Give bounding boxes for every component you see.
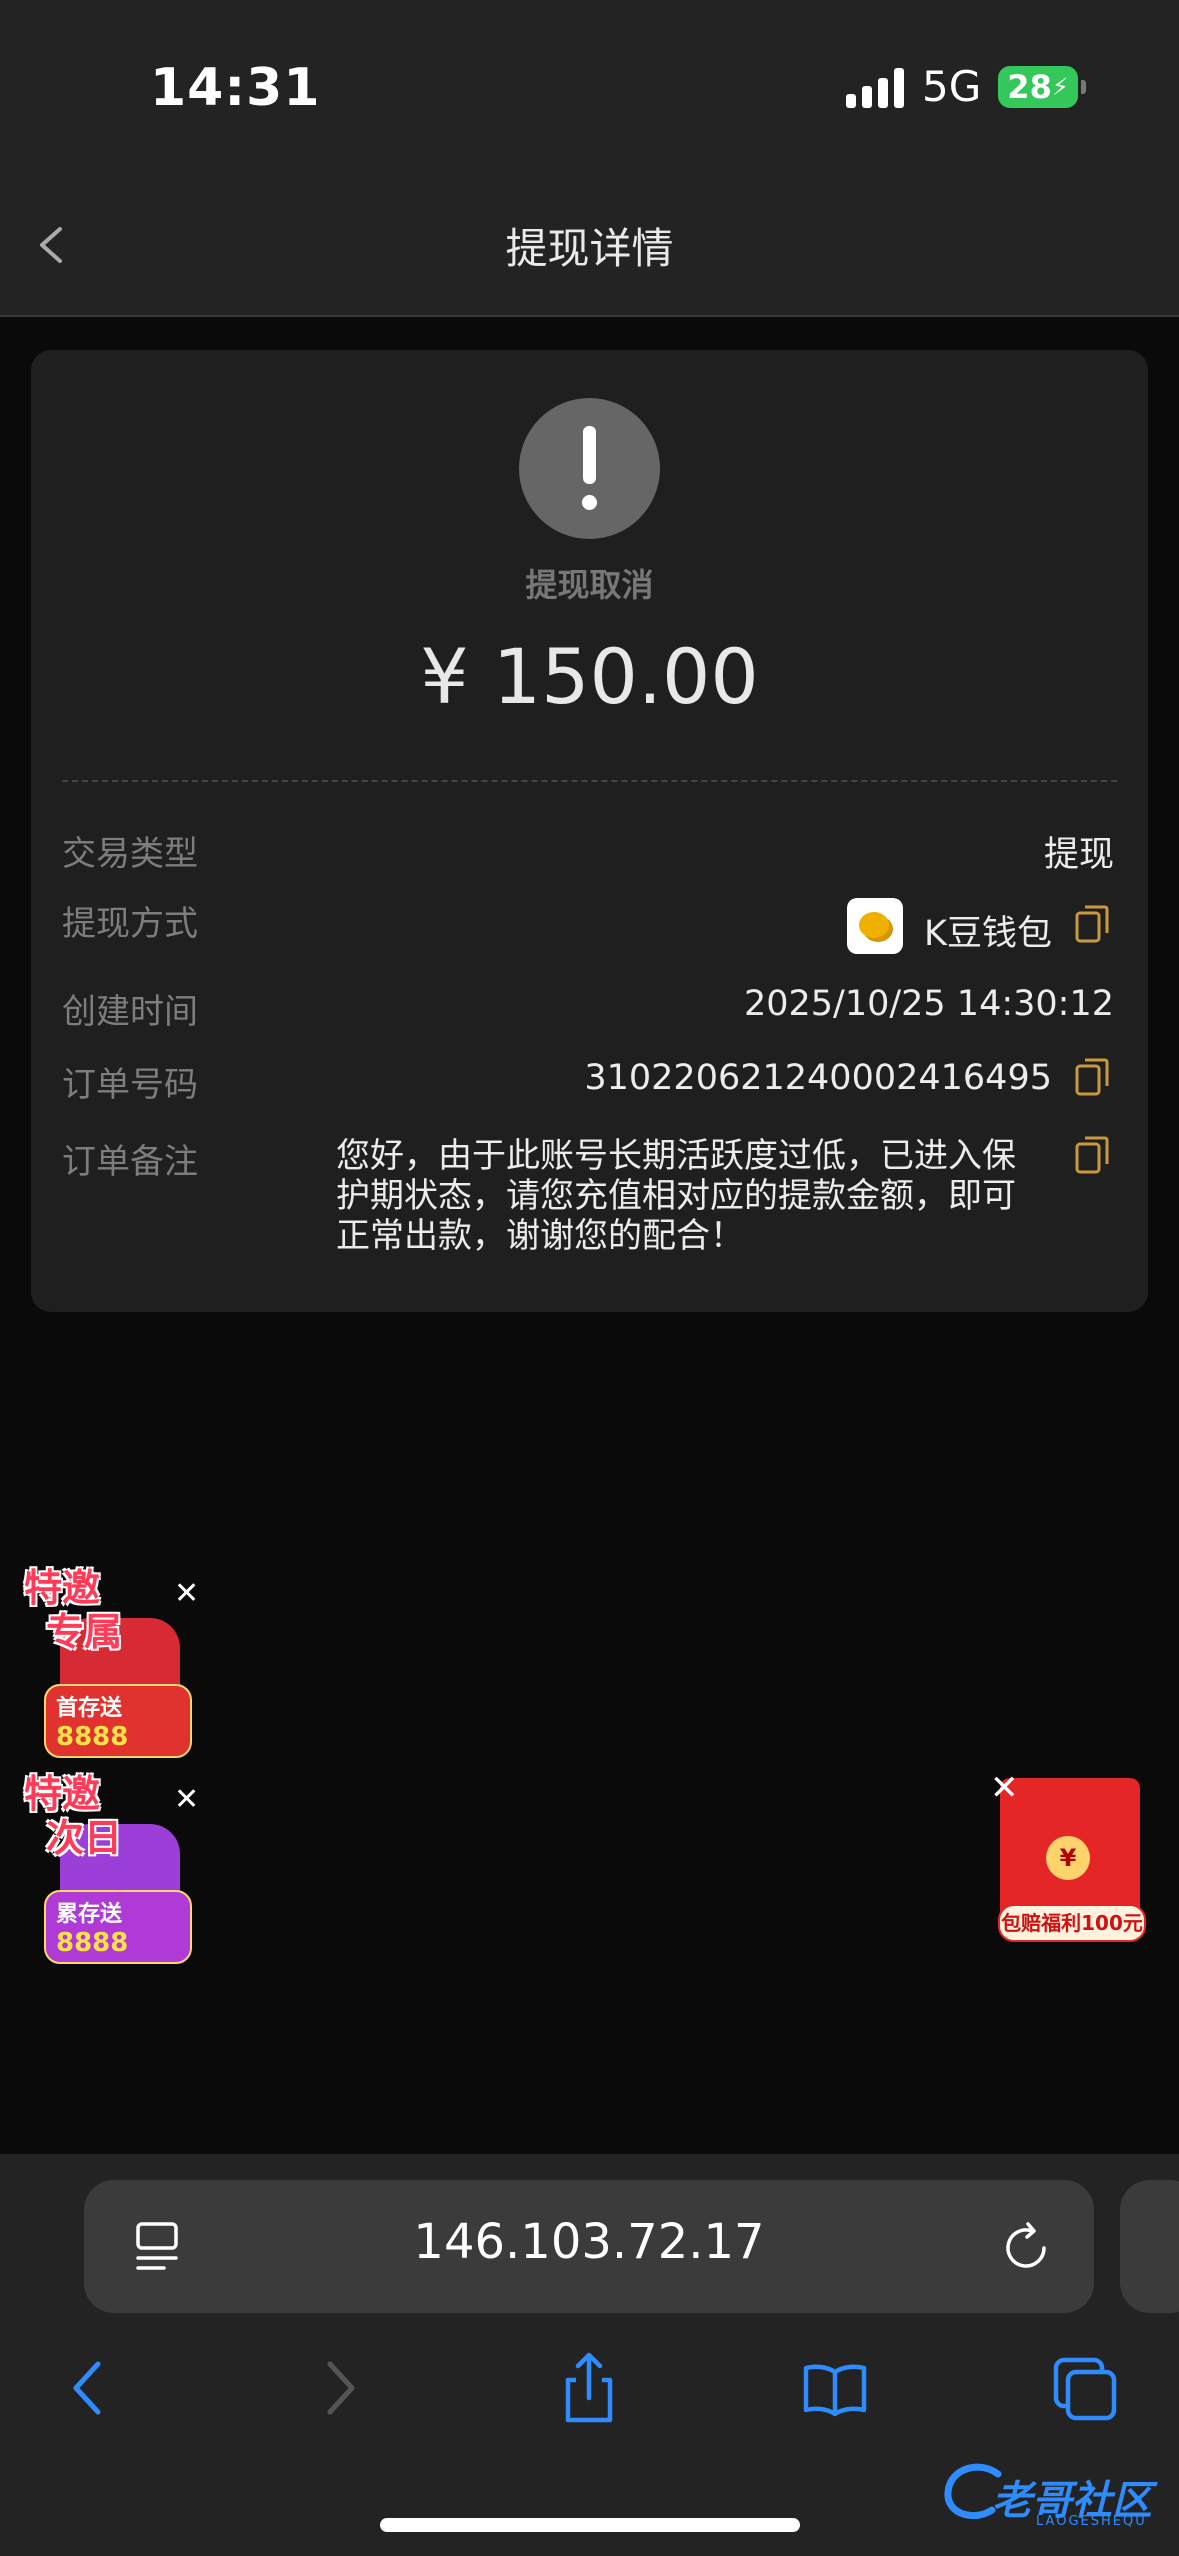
withdrawal-amount: ¥ 150.00 [420,632,759,721]
close-icon[interactable]: ✕ [174,1782,199,1817]
label-order-number: 订单号码 [62,1065,198,1105]
ad-badge-prefix: 累存送 [56,1902,123,1927]
promo-ad-next-day[interactable]: 特邀 次日 累存送8888 ✕ [22,1772,199,1964]
ad-title-line1: 特邀 [24,1772,101,1816]
battery-level: 28 [1007,68,1052,106]
home-indicator [380,2518,800,2532]
value-order-number: 310220621240002416495 [584,1058,1052,1098]
battery-icon: 28 ⚡ [998,66,1078,108]
reload-icon[interactable] [1000,2220,1056,2276]
ad-badge-prefix: 首存送 [56,1696,123,1721]
ad-title: 特邀 专属 [24,1566,122,1654]
copy-icon[interactable] [1075,1058,1109,1096]
ad-badge-amount: 8888 [56,1722,129,1752]
share-icon[interactable] [554,2348,624,2428]
watermark-logo: 老哥社区 LAOGESHEQU [940,2456,1170,2536]
watermark-sub: LAOGESHEQU [1036,2514,1147,2529]
page-title: 提现详情 [505,224,674,273]
copy-icon[interactable] [1075,1136,1109,1174]
next-tab-preview[interactable] [1120,2180,1179,2313]
red-packet-label: 包赔福利100元 [998,1904,1146,1942]
url-text[interactable]: 146.103.72.17 [84,2214,1094,2270]
value-created-time: 2025/10/25 14:30:12 [743,984,1114,1024]
ad-title: 特邀 次日 [24,1772,122,1860]
label-created-time: 创建时间 [62,992,198,1032]
dashed-divider [62,780,1117,782]
value-order-note: 您好，由于此账号长期活跃度过低，已进入保护期状态，请您充值相对应的提款金额，即可… [336,1136,1016,1256]
value-withdraw-method: K豆钱包 [924,914,1052,954]
value-transaction-type: 提现 [1043,835,1114,875]
back-icon[interactable] [52,2348,122,2428]
close-icon[interactable]: ✕ [174,1576,199,1611]
close-icon[interactable]: ✕ [990,1768,1019,1808]
ad-badge: 累存送8888 [44,1890,192,1964]
ad-badge-amount: 8888 [56,1928,129,1958]
label-transaction-type: 交易类型 [62,834,198,874]
copy-icon[interactable] [1075,905,1109,943]
ad-title-line1: 特邀 [24,1566,101,1610]
tabs-icon[interactable] [1052,2348,1122,2428]
ad-title-line2: 专属 [46,1610,123,1654]
battery-cap [1081,80,1086,94]
label-order-note: 订单备注 [62,1142,198,1182]
ad-title-line2: 次日 [46,1816,123,1860]
withdrawal-status: 提现取消 [525,566,654,604]
ad-badge: 首存送8888 [44,1684,192,1758]
forward-icon[interactable] [306,2348,376,2428]
signal-icon [846,68,904,108]
promo-ad-exclusive[interactable]: 特邀 专属 首存送8888 ✕ [22,1566,199,1758]
label-withdraw-method: 提现方式 [62,904,198,944]
red-packet-ad[interactable]: ¥ 包赔福利100元 ✕ [990,1768,1150,1943]
coin-icon: ¥ [1046,1836,1090,1880]
bookmarks-icon[interactable] [800,2348,870,2428]
exclamation-icon [519,398,660,539]
k-wallet-logo-icon [847,898,903,954]
network-type: 5G [922,62,982,111]
status-time: 14:31 [150,58,321,118]
